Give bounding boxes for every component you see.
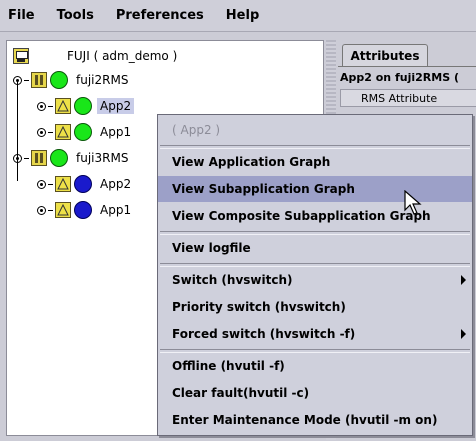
system-node-icon bbox=[31, 72, 47, 88]
tree-line bbox=[48, 131, 53, 133]
tree-app-app1[interactable]: App1 bbox=[37, 121, 131, 143]
tree-line bbox=[24, 157, 29, 159]
tree-app-app2[interactable]: App2 bbox=[37, 95, 135, 117]
menu-item-view-composite-subapplication-graph[interactable]: View Composite Subapplication Graph bbox=[158, 203, 472, 229]
menu-preferences[interactable]: Preferences bbox=[112, 6, 208, 25]
expand-toggle-icon[interactable] bbox=[37, 205, 46, 215]
state-online-icon bbox=[74, 97, 92, 115]
submenu-arrow-icon bbox=[461, 275, 466, 285]
menu-help[interactable]: Help bbox=[222, 6, 263, 25]
app-warning-icon bbox=[55, 124, 71, 140]
menu-item-label: Enter Maintenance Mode (hvutil -m on) bbox=[172, 413, 438, 427]
app-label: App1 bbox=[100, 203, 132, 217]
tree-root-label: FUJI ( adm_demo ) bbox=[67, 49, 178, 63]
menu-tools[interactable]: Tools bbox=[53, 6, 98, 25]
menubar: File Tools Preferences Help bbox=[0, 0, 476, 32]
state-offline-icon bbox=[74, 201, 92, 219]
app-warning-icon bbox=[55, 98, 71, 114]
tree-line bbox=[48, 209, 53, 211]
menu-item-offline[interactable]: Offline (hvutil -f) bbox=[158, 353, 472, 379]
menu-item-switch[interactable]: Switch (hvswitch) bbox=[158, 267, 472, 293]
tree-system-fuji3rms[interactable]: fuji3RMS bbox=[13, 147, 128, 169]
context-menu: ( App2 ) View Application Graph View Sub… bbox=[157, 114, 473, 436]
tree-line bbox=[48, 105, 53, 107]
app-label: App2 bbox=[100, 177, 132, 191]
menu-item-label: Forced switch (hvswitch -f) bbox=[172, 327, 356, 341]
submenu-arrow-icon bbox=[461, 329, 466, 339]
menu-item-maintenance-mode[interactable]: Enter Maintenance Mode (hvutil -m on) bbox=[158, 407, 472, 433]
menu-header: ( App2 ) bbox=[158, 117, 472, 143]
expand-toggle-icon[interactable] bbox=[13, 153, 22, 163]
tree-line bbox=[48, 183, 53, 185]
mouse-pointer-icon bbox=[404, 190, 422, 215]
system-label: fuji3RMS bbox=[76, 151, 129, 165]
tree-app-app1[interactable]: App1 bbox=[37, 199, 131, 221]
menu-item-view-application-graph[interactable]: View Application Graph bbox=[158, 149, 472, 175]
column-header-label: RMS Attribute bbox=[361, 91, 438, 105]
column-header-rms-attribute[interactable]: RMS Attribute bbox=[340, 89, 476, 107]
app-label: App2 bbox=[97, 98, 135, 114]
panel-title: App2 on fuji2RMS ( bbox=[340, 71, 459, 84]
state-online-icon bbox=[50, 149, 68, 167]
menu-file[interactable]: File bbox=[4, 6, 39, 25]
menu-item-label: View Application Graph bbox=[172, 155, 331, 169]
state-online-icon bbox=[50, 71, 68, 89]
app-label: App1 bbox=[100, 125, 132, 139]
app-warning-icon bbox=[55, 176, 71, 192]
expand-toggle-icon[interactable] bbox=[37, 101, 46, 111]
menu-item-forced-switch[interactable]: Forced switch (hvswitch -f) bbox=[158, 321, 472, 347]
menu-item-label: View Composite Subapplication Graph bbox=[172, 209, 431, 223]
menu-header-label: ( App2 ) bbox=[172, 123, 221, 137]
state-online-icon bbox=[74, 123, 92, 141]
tree-line bbox=[24, 79, 29, 81]
state-offline-icon bbox=[74, 175, 92, 193]
menu-item-view-subapplication-graph[interactable]: View Subapplication Graph bbox=[158, 176, 472, 202]
menu-item-view-logfile[interactable]: View logfile bbox=[158, 235, 472, 261]
menu-item-label: View Subapplication Graph bbox=[172, 182, 355, 196]
system-label: fuji2RMS bbox=[76, 73, 129, 87]
cluster-icon bbox=[13, 48, 29, 64]
menu-item-priority-switch[interactable]: Priority switch (hvswitch) bbox=[158, 294, 472, 320]
expand-toggle-icon[interactable] bbox=[37, 179, 46, 189]
tree-root[interactable]: FUJI ( adm_demo ) bbox=[13, 45, 177, 67]
menu-item-label: Clear fault(hvutil -c) bbox=[172, 386, 310, 400]
menu-item-label: Switch (hvswitch) bbox=[172, 273, 293, 287]
app-warning-icon bbox=[55, 202, 71, 218]
expand-toggle-icon[interactable] bbox=[37, 127, 46, 137]
menu-item-label: Priority switch (hvswitch) bbox=[172, 300, 346, 314]
system-node-icon bbox=[31, 150, 47, 166]
tab-attributes[interactable]: Attributes bbox=[342, 44, 428, 66]
tree-app-app2[interactable]: App2 bbox=[37, 173, 131, 195]
menu-item-label: Offline (hvutil -f) bbox=[172, 359, 285, 373]
menu-item-label: View logfile bbox=[172, 241, 251, 255]
menu-item-clear-fault[interactable]: Clear fault(hvutil -c) bbox=[158, 380, 472, 406]
tree-system-fuji2rms[interactable]: fuji2RMS bbox=[13, 69, 128, 91]
